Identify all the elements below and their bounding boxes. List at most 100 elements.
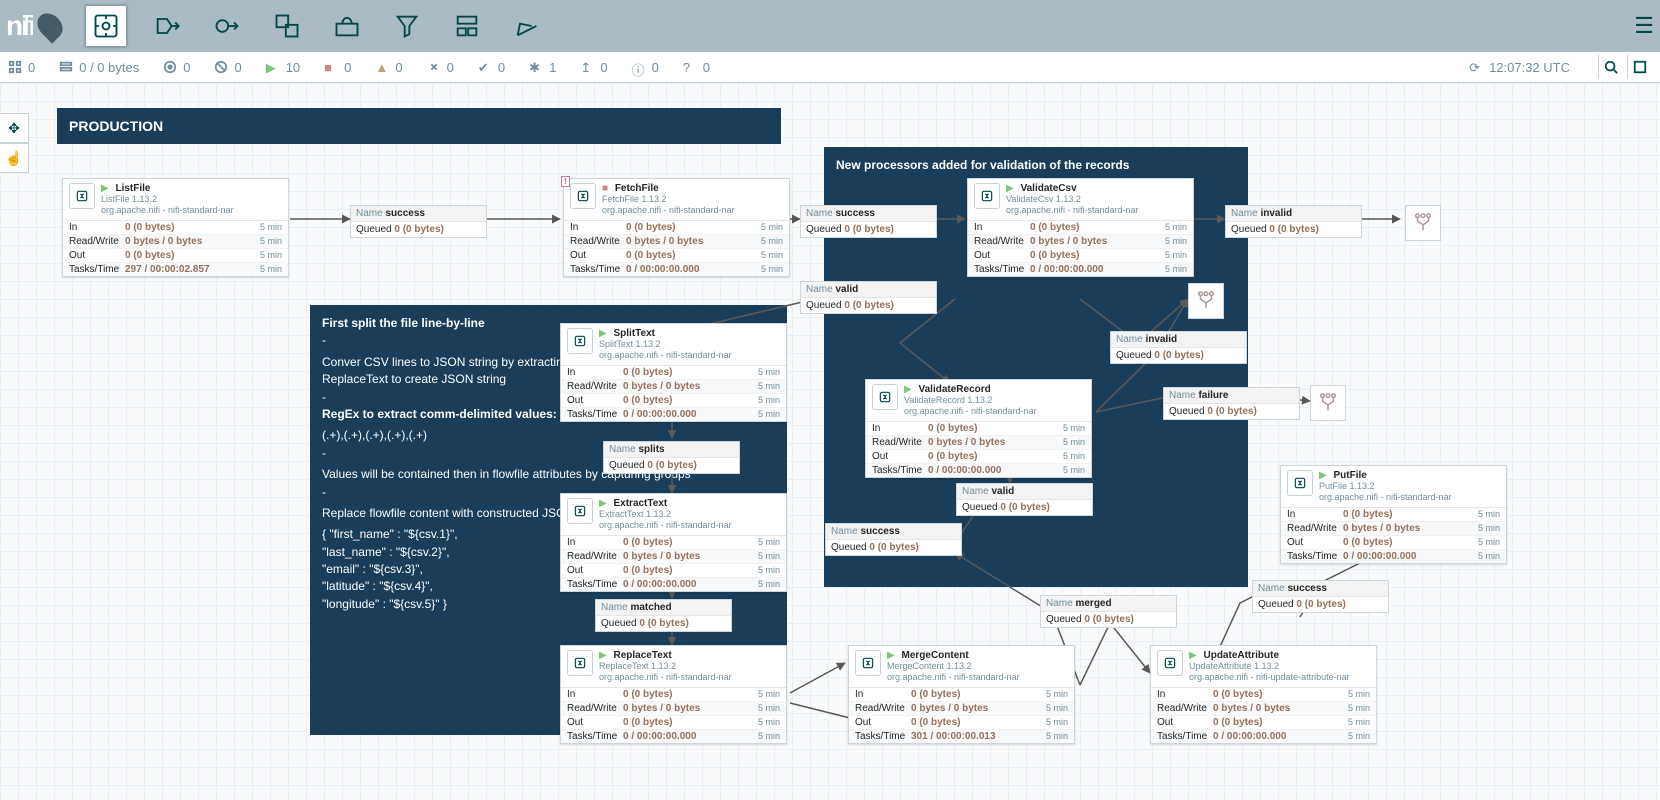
funnel[interactable] — [1405, 205, 1441, 241]
connection-failure[interactable]: Name failure Queued 0 (0 bytes) — [1163, 387, 1300, 420]
processor-icon — [855, 650, 881, 676]
processor-bundle: org.apache.nifi - nifi-standard-nar — [904, 406, 1085, 417]
processor-type: ValidateCsv 1.13.2 — [1006, 194, 1187, 205]
processor-type: SplitText 1.13.2 — [599, 339, 780, 350]
processor-name: PutFile — [1333, 470, 1366, 481]
processor-splittext[interactable]: ▶ SplitText SplitText 1.13.2 org.apache.… — [560, 323, 787, 422]
connection-success[interactable]: Name success Queued 0 (0 bytes) — [800, 205, 937, 238]
connection-invalid[interactable]: Name invalid Queued 0 (0 bytes) — [1225, 205, 1362, 238]
processor-run-state-icon: ▶ — [1319, 470, 1327, 481]
processor-icon — [570, 183, 596, 209]
processor-bundle: org.apache.nifi - nifi-standard-nar — [1006, 205, 1187, 216]
navigate-button[interactable]: ✥ — [0, 113, 29, 143]
flow-canvas[interactable]: ✥ ☝ PRODUCTION New processors added for … — [0, 83, 1660, 800]
processor-icon — [567, 650, 593, 676]
connection-valid[interactable]: Name valid Queued 0 (0 bytes) — [956, 483, 1093, 516]
processor-extracttext[interactable]: ▶ ExtractText ExtractText 1.13.2 org.apa… — [560, 493, 787, 592]
connection-success[interactable]: Name success Queued 0 (0 bytes) — [350, 205, 487, 238]
drag-remote-group-tool[interactable] — [327, 6, 367, 46]
connection-matched[interactable]: Name matched Queued 0 (0 bytes) — [595, 599, 732, 632]
funnel[interactable] — [1188, 283, 1224, 319]
stopped-stat: ■0 — [324, 60, 351, 75]
processor-run-state-icon: ▶ — [887, 650, 895, 661]
processor-name: ValidateCsv — [1020, 183, 1076, 194]
processor-type: ExtractText 1.13.2 — [599, 509, 780, 520]
processor-bundle: org.apache.nifi - nifi-standard-nar — [599, 520, 780, 531]
processor-updateattribute[interactable]: ▶ UpdateAttribute UpdateAttribute 1.13.2… — [1150, 645, 1377, 744]
disabled-stat: 0 — [427, 60, 454, 75]
connection-splits[interactable]: Name splits Queued 0 (0 bytes) — [603, 441, 740, 474]
processor-mergecontent[interactable]: ▶ MergeContent MergeContent 1.13.2 org.a… — [848, 645, 1075, 744]
drag-process-group-tool[interactable] — [267, 6, 307, 46]
processor-type: FetchFile 1.13.2 — [602, 194, 783, 205]
unknown-stat: ?0 — [683, 60, 710, 75]
queued-stat: 0 / 0 bytes — [59, 60, 139, 75]
processor-name: FetchFile — [615, 183, 659, 194]
drag-funnel-tool[interactable] — [387, 6, 427, 46]
processor-icon — [567, 328, 593, 354]
connection-merged[interactable]: Name merged Queued 0 (0 bytes) — [1040, 595, 1177, 628]
processor-replacetext[interactable]: ▶ ReplaceText ReplaceText 1.13.2 org.apa… — [560, 645, 787, 744]
processor-name: ListFile — [115, 183, 150, 194]
bulletin-board-button[interactable] — [1627, 55, 1652, 79]
sync-failure-stat: ↥0 — [580, 60, 607, 75]
processor-type: UpdateAttribute 1.13.2 — [1189, 661, 1370, 672]
processor-validaterecord[interactable]: ▶ ValidateRecord ValidateRecord 1.13.2 o… — [865, 379, 1092, 478]
operate-button[interactable]: ☝ — [0, 143, 29, 173]
processor-icon — [974, 183, 1000, 209]
processor-run-state-icon: ▶ — [1006, 183, 1014, 194]
processor-putfile[interactable]: ▶ PutFile PutFile 1.13.2 org.apache.nifi… — [1280, 465, 1507, 564]
drag-label-tool[interactable] — [507, 6, 547, 46]
processor-fetchfile[interactable]: ! ■ FetchFile FetchFile 1.13.2 org.apach… — [563, 178, 790, 277]
processor-icon — [1287, 470, 1313, 496]
processor-name: ExtractText — [613, 498, 667, 509]
processor-run-state-icon: ▶ — [101, 183, 109, 194]
stale-stat: ✱1 — [529, 60, 556, 75]
nifi-logo: nifi — [6, 10, 33, 42]
processor-type: MergeContent 1.13.2 — [887, 661, 1068, 672]
drag-output-port-tool[interactable] — [207, 6, 247, 46]
connection-invalid[interactable]: Name invalid Queued 0 (0 bytes) — [1110, 331, 1247, 364]
running-stat: ▶10 — [266, 60, 300, 75]
global-menu-button[interactable]: ☰ — [1634, 13, 1654, 39]
last-refresh-time: ⟳12:07:32 UTC — [1469, 60, 1570, 75]
processor-bundle: org.apache.nifi - nifi-standard-nar — [599, 350, 780, 361]
production-group-label[interactable]: PRODUCTION — [57, 108, 781, 144]
processor-type: ReplaceText 1.13.2 — [599, 661, 780, 672]
processor-icon — [567, 498, 593, 524]
processor-validatecsv[interactable]: ▶ ValidateCsv ValidateCsv 1.13.2 org.apa… — [967, 178, 1194, 277]
processor-bundle: org.apache.nifi - nifi-standard-nar — [101, 205, 282, 216]
connection-success[interactable]: Name success Queued 0 (0 bytes) — [825, 523, 962, 556]
processor-name: MergeContent — [901, 650, 968, 661]
uptodate-stat: ✔0 — [478, 60, 505, 75]
connection-success[interactable]: Name success Queued 0 (0 bytes) — [1252, 580, 1389, 613]
processor-run-state-icon: ▶ — [599, 328, 607, 339]
processor-bundle: org.apache.nifi - nifi-standard-nar — [602, 205, 783, 216]
operate-palette: ✥ ☝ — [0, 113, 29, 173]
drag-input-port-tool[interactable] — [147, 6, 187, 46]
processor-type: PutFile 1.13.2 — [1319, 481, 1500, 492]
processor-type: ListFile 1.13.2 — [101, 194, 282, 205]
search-button[interactable] — [1598, 55, 1623, 79]
processor-bundle: org.apache.nifi - nifi-update-attribute-… — [1189, 672, 1370, 683]
processor-bundle: org.apache.nifi - nifi-standard-nar — [887, 672, 1068, 683]
funnel[interactable] — [1310, 385, 1346, 421]
processor-run-state-icon: ▶ — [904, 384, 912, 395]
processor-run-state-icon: ▶ — [599, 650, 607, 661]
processor-run-state-icon: ▶ — [1189, 650, 1197, 661]
component-toolbar: nifi ☰ — [0, 0, 1660, 52]
active-threads-stat: 0 — [8, 60, 35, 75]
processor-name: UpdateAttribute — [1203, 650, 1279, 661]
processor-run-state-icon: ▶ — [599, 498, 607, 509]
nifi-drop-icon — [32, 8, 67, 43]
bulletin-info-stat: ⓘ0 — [632, 60, 659, 75]
drag-processor-tool[interactable] — [85, 5, 127, 47]
flow-status-bar: 0 0 / 0 bytes 0 0 ▶10 ■0 ▲0 0 ✔0 ✱1 ↥0 ⓘ… — [0, 52, 1660, 83]
processor-listfile[interactable]: ▶ ListFile ListFile 1.13.2 org.apache.ni… — [62, 178, 289, 277]
processor-run-state-icon: ■ — [602, 183, 608, 194]
connection-valid[interactable]: Name valid Queued 0 (0 bytes) — [800, 281, 937, 314]
processor-icon — [69, 183, 95, 209]
drag-template-tool[interactable] — [447, 6, 487, 46]
processor-name: ValidateRecord — [918, 384, 990, 395]
processor-name: SplitText — [613, 328, 654, 339]
